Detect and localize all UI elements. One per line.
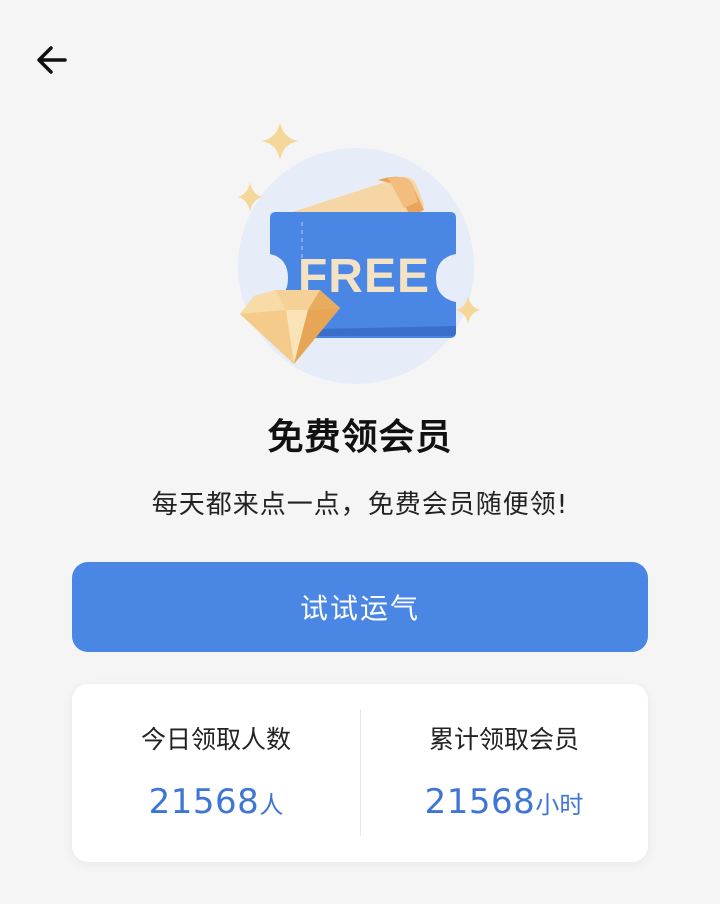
- arrow-left-icon: [37, 46, 67, 74]
- page-subtitle: 每天都来点一点，免费会员随便领!: [151, 490, 569, 520]
- try-luck-button-label: 试试运气: [299, 592, 420, 625]
- page-title: 免费领会员: [267, 417, 453, 458]
- stat-total-value: 21568小时: [360, 782, 648, 822]
- try-luck-button[interactable]: 试试运气: [72, 562, 648, 652]
- stat-total-unit: 小时: [535, 791, 584, 819]
- stat-today-value: 21568人: [72, 782, 360, 822]
- stat-total: 累计领取会员 21568小时: [360, 684, 648, 862]
- stats-card: 今日领取人数 21568人 累计领取会员 21568小时: [72, 684, 648, 862]
- stat-today-unit: 人: [259, 791, 284, 819]
- back-button[interactable]: [30, 38, 74, 82]
- stat-total-number: 21568: [424, 782, 536, 822]
- stat-today-number: 21568: [148, 782, 260, 822]
- stat-total-label: 累计领取会员: [428, 725, 579, 754]
- sparkle-icon: [262, 122, 298, 160]
- stat-today-label: 今日领取人数: [140, 725, 291, 754]
- free-ticket-illustration: FREE: [228, 118, 492, 386]
- stat-today: 今日领取人数 21568人: [72, 684, 360, 862]
